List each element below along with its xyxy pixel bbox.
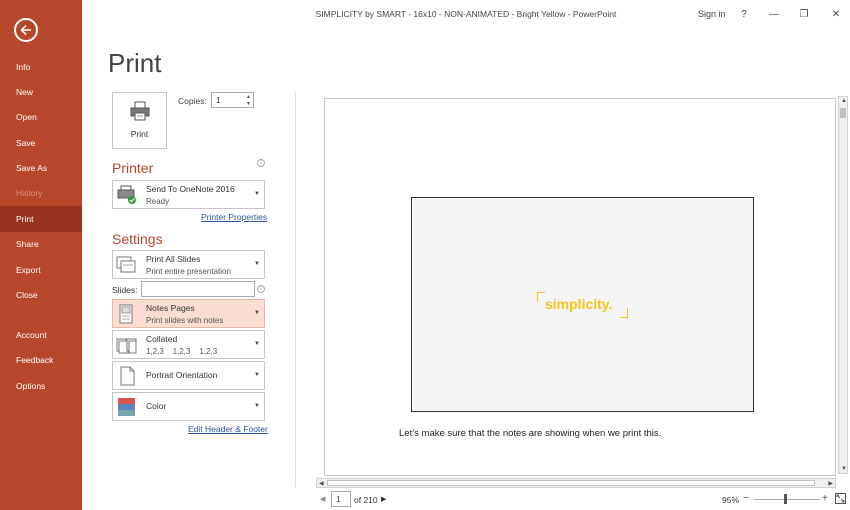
- notes-page-icon: [119, 304, 133, 324]
- chevron-down-icon: ▼: [254, 191, 260, 197]
- restore-icon[interactable]: ❐: [796, 6, 812, 22]
- layout-subtitle: Print slides with notes: [146, 316, 224, 325]
- nav-options[interactable]: Options: [0, 374, 82, 398]
- print-range-title: Print All Slides: [146, 254, 201, 264]
- copies-value: 1: [216, 95, 221, 105]
- copies-label: Copies:: [178, 96, 207, 106]
- chevron-down-icon: ▼: [254, 310, 260, 316]
- zoom-out-icon[interactable]: −: [743, 493, 749, 504]
- info-icon[interactable]: i: [257, 285, 265, 293]
- copies-stepper[interactable]: 1 ▲ ▼: [211, 92, 254, 108]
- collate-icon: [116, 338, 137, 354]
- collation-title: Collated: [146, 334, 178, 344]
- info-icon[interactable]: i: [257, 159, 265, 167]
- nav-save[interactable]: Save: [0, 131, 82, 155]
- print-range-subtitle: Print entire presentation: [146, 267, 231, 276]
- scroll-thumb[interactable]: [840, 108, 846, 118]
- layout-title: Notes Pages: [146, 303, 195, 313]
- zoom-in-icon[interactable]: +: [822, 493, 828, 504]
- nav-print[interactable]: Print: [0, 206, 82, 232]
- zoom-level[interactable]: 95%: [722, 495, 739, 505]
- page-number-input[interactable]: 1: [331, 491, 351, 507]
- printer-name: Send To OneNote 2016: [146, 184, 235, 194]
- nav-info[interactable]: Info: [0, 55, 82, 79]
- help-icon[interactable]: ?: [736, 6, 752, 22]
- color-swatch-icon: [118, 398, 135, 416]
- chevron-down-icon: ▼: [254, 372, 260, 378]
- horizontal-scrollbar[interactable]: ◀ ▶: [316, 478, 836, 488]
- orientation-title: Portrait Orientation: [146, 370, 218, 380]
- printer-properties-link[interactable]: Printer Properties: [201, 212, 267, 222]
- print-button-label: Print: [130, 129, 149, 139]
- back-arrow-icon[interactable]: [14, 18, 38, 42]
- settings-heading: Settings: [112, 231, 163, 247]
- printer-heading: Printer: [112, 160, 154, 176]
- nav-save-as[interactable]: Save As: [0, 156, 82, 180]
- nav-export[interactable]: Export: [0, 258, 82, 282]
- edit-header-footer-link[interactable]: Edit Header & Footer: [188, 424, 268, 434]
- nav-new[interactable]: New: [0, 80, 82, 104]
- brand-bracket: [537, 292, 545, 302]
- prev-page-icon[interactable]: ◀: [320, 495, 325, 503]
- layout-dropdown[interactable]: Notes Pages Print slides with notes ▼: [112, 299, 265, 328]
- window-title: SIMPLICITY by SMART - 16x10 - NON-ANIMAT…: [315, 9, 617, 19]
- scroll-right-icon[interactable]: ▶: [828, 480, 833, 487]
- pane-divider: [295, 92, 296, 487]
- print-button[interactable]: Print: [112, 92, 167, 149]
- nav-open[interactable]: Open: [0, 105, 82, 129]
- vertical-scrollbar[interactable]: ▲ ▼: [838, 96, 848, 474]
- scroll-left-icon[interactable]: ◀: [319, 480, 324, 487]
- nav-account[interactable]: Account: [0, 323, 82, 347]
- printer-dropdown[interactable]: Send To OneNote 2016 Ready ▼: [112, 180, 265, 209]
- collation-subtitle: 1,2,3 1,2,3 1,2,3: [146, 347, 218, 356]
- portrait-icon: [120, 366, 135, 386]
- chevron-down-icon: ▼: [254, 261, 260, 267]
- nav-share[interactable]: Share: [0, 232, 82, 256]
- spin-up-icon[interactable]: ▲: [246, 94, 251, 100]
- slides-icon: [116, 256, 136, 273]
- fit-to-window-icon[interactable]: [835, 493, 846, 504]
- printer-status-icon: [117, 185, 136, 204]
- spin-down-icon[interactable]: ▼: [246, 101, 251, 107]
- minimize-icon[interactable]: —: [766, 6, 782, 22]
- slides-label: Slides:: [112, 285, 138, 295]
- zoom-slider-handle[interactable]: [784, 494, 787, 504]
- scroll-down-icon[interactable]: ▼: [841, 466, 847, 472]
- chevron-down-icon: ▼: [254, 403, 260, 409]
- brand-logo-text: simplicity.: [545, 296, 613, 312]
- zoom-slider[interactable]: [754, 499, 820, 500]
- chevron-down-icon: ▼: [254, 341, 260, 347]
- slides-input[interactable]: [141, 281, 255, 297]
- page-total: of 210: [354, 495, 378, 505]
- nav-feedback[interactable]: Feedback: [0, 348, 82, 372]
- nav-history: History: [16, 188, 43, 198]
- page-title: Print: [108, 48, 162, 78]
- title-bar: SIMPLICITY by SMART - 16x10 - NON-ANIMAT…: [82, 0, 850, 28]
- slide-notes: Let’s make sure that the notes are showi…: [399, 428, 662, 439]
- sign-in-link[interactable]: Sign in: [698, 9, 726, 19]
- printer-icon: [130, 101, 150, 121]
- collation-dropdown[interactable]: Collated 1,2,3 1,2,3 1,2,3 ▼: [112, 330, 265, 359]
- nav-close[interactable]: Close: [0, 283, 82, 307]
- brand-bracket: [620, 308, 628, 318]
- scroll-thumb[interactable]: [327, 480, 815, 486]
- orientation-dropdown[interactable]: Portrait Orientation ▼: [112, 361, 265, 390]
- printer-status: Ready: [146, 197, 170, 206]
- backstage-sidebar: Info New Open Save Save As History Print…: [0, 0, 82, 510]
- scroll-up-icon[interactable]: ▲: [841, 98, 847, 104]
- color-title: Color: [146, 401, 167, 411]
- print-range-dropdown[interactable]: Print All Slides Print entire presentati…: [112, 250, 265, 279]
- color-dropdown[interactable]: Color ▼: [112, 392, 265, 421]
- close-icon[interactable]: ✕: [828, 6, 844, 22]
- next-page-icon[interactable]: ▶: [381, 495, 386, 503]
